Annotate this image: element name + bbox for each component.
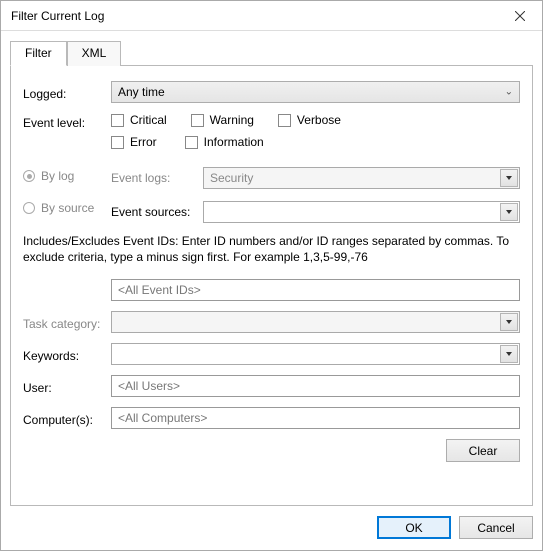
- label-computers: Computer(s):: [23, 410, 111, 427]
- chevron-down-icon: [506, 320, 512, 324]
- dropdown-button[interactable]: [500, 203, 518, 221]
- tab-panel: Logged: Any time ⌄ Event level: Critical: [10, 65, 533, 506]
- dialog-footer: OK Cancel: [1, 506, 542, 550]
- checkbox-error[interactable]: Error: [111, 135, 157, 149]
- radio-by-log: By log: [23, 169, 111, 183]
- logged-select[interactable]: Any time ⌄: [111, 81, 520, 103]
- tab-xml[interactable]: XML: [67, 41, 122, 66]
- chevron-down-icon: [506, 352, 512, 356]
- label-event-logs: Event logs:: [111, 171, 203, 185]
- close-icon: [515, 11, 525, 21]
- user-placeholder: <All Users>: [118, 379, 180, 393]
- checkbox-verbose[interactable]: Verbose: [278, 113, 341, 127]
- tab-filter[interactable]: Filter: [10, 41, 67, 66]
- checkbox-critical[interactable]: Critical: [111, 113, 167, 127]
- checkbox-label: Information: [204, 135, 264, 149]
- label-keywords: Keywords:: [23, 346, 111, 363]
- event-ids-placeholder: <All Event IDs>: [118, 283, 201, 297]
- dropdown-button[interactable]: [500, 345, 518, 363]
- close-button[interactable]: [497, 1, 542, 30]
- ok-button[interactable]: OK: [377, 516, 451, 539]
- chevron-down-icon: [506, 210, 512, 214]
- chevron-down-icon: [506, 176, 512, 180]
- window-title: Filter Current Log: [11, 9, 497, 23]
- label-task-category: Task category:: [23, 314, 111, 331]
- tab-strip: Filter XML: [10, 40, 533, 65]
- checkbox-icon: [191, 114, 204, 127]
- label-event-level: Event level:: [23, 113, 111, 130]
- radio-by-source: By source: [23, 201, 111, 215]
- label-logged: Logged:: [23, 84, 111, 101]
- radio-label: By log: [41, 169, 74, 183]
- radio-label: By source: [41, 201, 94, 215]
- computers-placeholder: <All Computers>: [118, 411, 207, 425]
- event-ids-input[interactable]: <All Event IDs>: [111, 279, 520, 301]
- computers-input[interactable]: <All Computers>: [111, 407, 520, 429]
- checkbox-label: Error: [130, 135, 157, 149]
- event-logs-value: Security: [210, 171, 253, 185]
- checkbox-label: Critical: [130, 113, 167, 127]
- checkbox-icon: [278, 114, 291, 127]
- checkbox-warning[interactable]: Warning: [191, 113, 254, 127]
- label-event-sources: Event sources:: [111, 205, 203, 219]
- checkbox-icon: [111, 114, 124, 127]
- dropdown-button: [500, 169, 518, 187]
- radio-icon: [23, 170, 35, 182]
- task-category-combo: [111, 311, 520, 333]
- help-text: Includes/Excludes Event IDs: Enter ID nu…: [23, 233, 520, 265]
- clear-button[interactable]: Clear: [446, 439, 520, 462]
- event-logs-combo: Security: [203, 167, 520, 189]
- keywords-combo[interactable]: [111, 343, 520, 365]
- event-sources-combo[interactable]: [203, 201, 520, 223]
- logged-value: Any time: [118, 85, 165, 99]
- titlebar: Filter Current Log: [1, 1, 542, 31]
- checkbox-icon: [185, 136, 198, 149]
- label-user: User:: [23, 378, 111, 395]
- dialog-window: Filter Current Log Filter XML Logged: An…: [0, 0, 543, 551]
- chevron-down-icon: ⌄: [505, 87, 513, 98]
- checkbox-label: Warning: [210, 113, 254, 127]
- radio-icon: [23, 202, 35, 214]
- checkbox-information[interactable]: Information: [185, 135, 264, 149]
- checkbox-label: Verbose: [297, 113, 341, 127]
- dropdown-button: [500, 313, 518, 331]
- cancel-button[interactable]: Cancel: [459, 516, 533, 539]
- checkbox-icon: [111, 136, 124, 149]
- user-input[interactable]: <All Users>: [111, 375, 520, 397]
